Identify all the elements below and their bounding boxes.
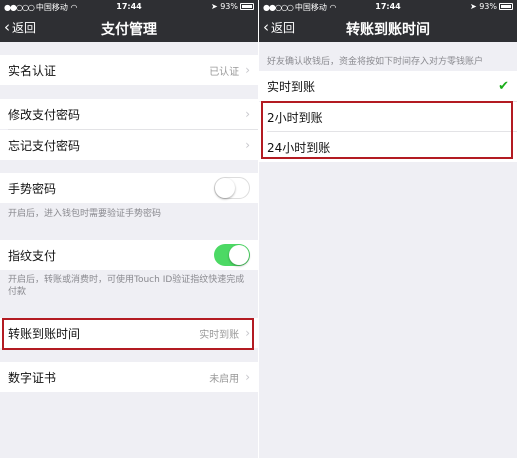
battery-percent: 93% — [220, 2, 238, 11]
chevron-right-icon: › — [245, 370, 250, 384]
toggle-knob — [215, 178, 235, 198]
real-name-row[interactable]: 实名认证 已认证 › — [0, 55, 258, 85]
nav-bar: ‹ 返回 支付管理 — [0, 15, 258, 41]
fingerprint-pay-hint: 开启后，转账或消费时，可使用Touch ID验证指纹快速完成付款 — [8, 275, 245, 297]
location-arrow-icon: ➤ — [469, 2, 477, 11]
battery-percent: 93% — [479, 2, 497, 11]
digital-certificate-row[interactable]: 数字证书 未启用 › — [0, 362, 258, 392]
transfer-time-value: 实时到账 — [199, 329, 240, 341]
transfer-note: 好友确认收钱后，资金将按如下时间存入对方零钱账户 — [267, 57, 484, 67]
option-realtime[interactable]: 实时到账 ✔ — [259, 71, 517, 101]
transfer-time-label: 转账到账时间 — [8, 326, 81, 341]
fingerprint-pay-toggle[interactable] — [214, 244, 250, 266]
transfer-time-row[interactable]: 转账到账时间 实时到账 › — [0, 318, 258, 348]
transfer-time-screen: ●●○○○ 中国移动 ◠ 17:44 ➤ 93% ‹ 返回 转账到账时间 好友确认收… — [259, 0, 517, 458]
checkmark-icon: ✔ — [498, 78, 509, 94]
digital-certificate-label: 数字证书 — [8, 370, 57, 385]
change-password-row[interactable]: 修改支付密码 › — [0, 99, 258, 129]
forgot-password-row[interactable]: 忘记支付密码 › — [0, 130, 258, 160]
battery-icon — [240, 3, 254, 10]
gesture-password-label: 手势密码 — [8, 181, 57, 196]
status-bar: ●●○○○ 中国移动 ◠ 17:44 ➤ 93% — [0, 0, 258, 13]
fingerprint-pay-row: 指纹支付 — [0, 240, 258, 270]
location-arrow-icon: ➤ — [210, 2, 218, 11]
option-label: 实时到账 — [267, 79, 316, 94]
chevron-right-icon: › — [245, 138, 250, 152]
gesture-password-toggle[interactable] — [214, 177, 250, 199]
toggle-knob — [229, 245, 249, 265]
gesture-password-hint: 开启后，进入钱包时需要验证手势密码 — [8, 209, 162, 219]
chevron-right-icon: › — [245, 63, 250, 77]
real-name-value: 已认证 — [209, 66, 240, 78]
battery-icon — [499, 3, 513, 10]
top-bar: ●●○○○ 中国移动 ◠ 17:44 ➤ 93% ‹ 返回 转账到账时间 — [259, 0, 517, 42]
chevron-right-icon: › — [245, 326, 250, 340]
top-bar: ●●○○○ 中国移动 ◠ 17:44 ➤ 93% ‹ 返回 支付管理 — [0, 0, 258, 42]
forgot-password-label: 忘记支付密码 — [8, 138, 81, 153]
option-24-hours[interactable]: 24小时到账 — [259, 132, 517, 162]
digital-certificate-value: 未启用 — [209, 373, 240, 385]
page-title: 转账到账时间 — [346, 22, 430, 38]
payment-management-screen: ●●○○○ 中国移动 ◠ 17:44 ➤ 93% ‹ 返回 支付管理 实名认证 已认… — [0, 0, 258, 458]
chevron-right-icon: › — [245, 107, 250, 121]
page-title: 支付管理 — [101, 22, 157, 38]
nav-bar: ‹ 返回 转账到账时间 — [259, 15, 517, 41]
change-password-label: 修改支付密码 — [8, 107, 81, 122]
gesture-password-row: 手势密码 — [0, 173, 258, 203]
status-bar: ●●○○○ 中国移动 ◠ 17:44 ➤ 93% — [259, 0, 517, 13]
fingerprint-pay-label: 指纹支付 — [8, 248, 57, 263]
option-2-hours[interactable]: 2小时到账 — [259, 102, 517, 132]
option-label: 2小时到账 — [267, 110, 323, 125]
option-label: 24小时到账 — [267, 140, 331, 155]
real-name-label: 实名认证 — [8, 63, 57, 78]
